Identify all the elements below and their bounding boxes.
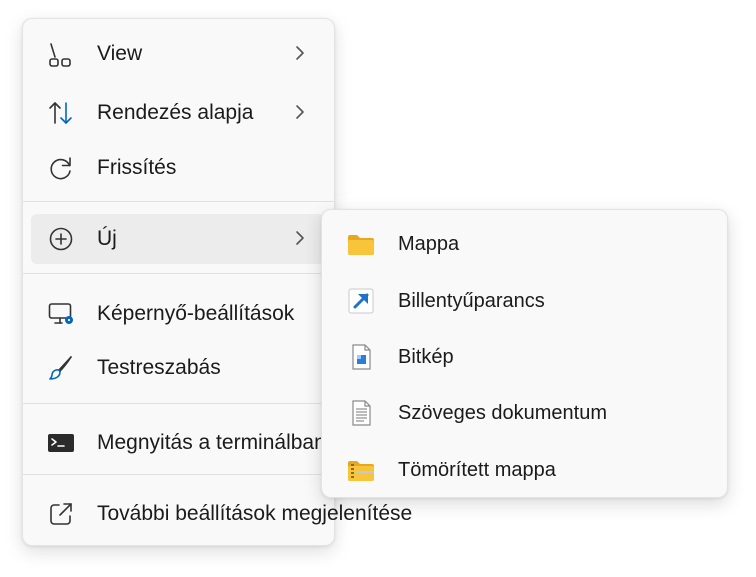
menu-item-label: Képernyő-beállítások	[97, 302, 295, 325]
share-open-icon	[47, 500, 75, 528]
menu-separator	[23, 201, 334, 202]
submenu-item-shortcut[interactable]: Billentyűparancs	[330, 276, 719, 326]
menu-item-new[interactable]: Új	[31, 214, 324, 264]
menu-item-label: További beállítások megjelenítése	[97, 502, 413, 525]
submenu-item-folder[interactable]: Mappa	[330, 219, 719, 269]
chevron-right-icon	[294, 229, 306, 247]
menu-item-personalize[interactable]: Testreszabás	[31, 343, 324, 393]
display-settings-icon	[47, 300, 75, 328]
menu-item-label: Frissítés	[97, 156, 177, 179]
folder-icon	[346, 229, 376, 259]
chevron-right-icon	[294, 44, 306, 62]
submenu-item-bitmap[interactable]: Bitkép	[330, 332, 719, 382]
menu-item-label: Rendezés alapja	[97, 101, 254, 124]
brush-icon	[47, 354, 75, 382]
submenu-item-label: Bitkép	[398, 346, 454, 368]
text-document-icon	[346, 398, 376, 428]
desktop: View Rendezés alapja Frissítés Új Képern…	[0, 0, 756, 577]
submenu-item-label: Tömörített mappa	[398, 459, 556, 481]
shortcut-icon	[346, 286, 376, 316]
menu-separator	[23, 474, 334, 475]
menu-item-display-settings[interactable]: Képernyő-beállítások	[31, 289, 324, 339]
menu-item-view[interactable]: View	[31, 29, 324, 79]
menu-item-open-in-terminal[interactable]: Megnyitás a terminálban	[31, 418, 326, 468]
menu-item-sort-by[interactable]: Rendezés alapja	[31, 88, 324, 138]
submenu-item-text-document[interactable]: Szöveges dokumentum	[330, 388, 719, 438]
menu-separator	[23, 403, 334, 404]
sort-icon	[47, 99, 75, 127]
terminal-icon	[47, 429, 75, 457]
menu-item-show-more-options[interactable]: További beállítások megjelenítése	[31, 489, 412, 539]
submenu-item-label: Billentyűparancs	[398, 290, 545, 312]
menu-item-refresh[interactable]: Frissítés	[31, 143, 324, 193]
menu-item-label: View	[97, 42, 143, 65]
new-plus-icon	[47, 225, 75, 253]
desktop-context-menu: View Rendezés alapja Frissítés Új Képern…	[22, 18, 412, 546]
refresh-icon	[47, 154, 75, 182]
new-submenu: Mappa Billentyűparancs Bitkép Szöveges d…	[321, 209, 728, 498]
submenu-item-label: Szöveges dokumentum	[398, 402, 608, 424]
menu-item-label: Új	[97, 227, 117, 250]
bitmap-icon	[346, 342, 376, 372]
view-icon	[47, 40, 75, 68]
menu-item-label: Megnyitás a terminálban	[97, 431, 326, 454]
menu-separator	[23, 273, 334, 274]
menu-item-label: Testreszabás	[97, 356, 221, 379]
submenu-item-zip-folder[interactable]: Tömörített mappa	[330, 445, 719, 495]
zip-folder-icon	[346, 455, 376, 485]
submenu-item-label: Mappa	[398, 233, 460, 255]
chevron-right-icon	[294, 103, 306, 121]
